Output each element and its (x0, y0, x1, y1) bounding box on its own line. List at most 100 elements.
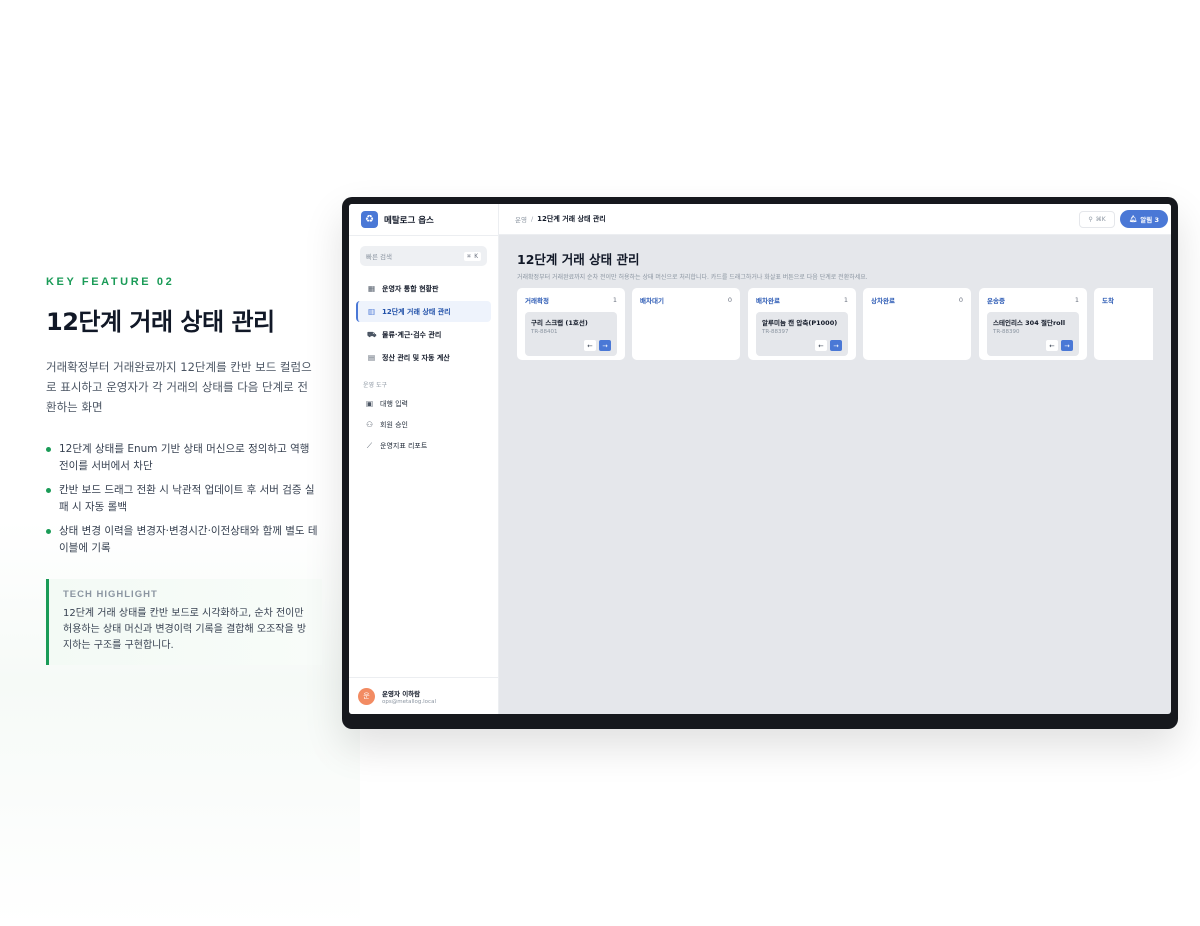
tech-highlight-label: TECH HIGHLIGHT (63, 589, 158, 600)
main-content: 운영 / 12단계 거래 상태 관리 ⚲ ⌘K 🔔︎ 알림 3 12단계 거래 … (499, 204, 1171, 714)
column-header: 거래확정 1 (525, 295, 617, 305)
device-frame: ♻ 메탈로그 옵스 빠른 검색 ⌘ K ▦ 운영자 통합 현황판 ▥ 12단계 … (342, 197, 1178, 729)
notification-button[interactable]: 🔔︎ 알림 3 (1120, 210, 1168, 228)
search-button[interactable]: ⚲ ⌘K (1079, 211, 1115, 228)
column-header: 배차대기 0 (640, 295, 732, 305)
search-icon: ⚲ (1088, 216, 1093, 223)
column-name: 배차완료 (756, 297, 780, 305)
calculator-icon: ▤ (367, 353, 376, 362)
quick-search-label: 빠른 검색 (366, 253, 392, 261)
feature-bullet: 상태 변경 이력을 변경자·변경시간·이전상태와 함께 별도 테이블에 기록 (46, 523, 321, 557)
deal-card[interactable]: 구리 스크랩 (1호선) TR-88401 ← → (525, 312, 617, 356)
arrow-right-icon[interactable]: → (830, 340, 842, 351)
column-header: 상차완료 0 (871, 295, 963, 305)
kanban-column: 도착 (1094, 288, 1153, 360)
deal-card-title: 스테인리스 304 절단roll (993, 319, 1066, 327)
clipboard-icon: ▣ (365, 399, 374, 408)
app-screen: ♻ 메탈로그 옵스 빠른 검색 ⌘ K ▦ 운영자 통합 현황판 ▥ 12단계 … (349, 204, 1171, 714)
feature-bullets: 12단계 상태를 Enum 기반 상태 머신으로 정의하고 역행 전이를 서버에… (46, 441, 336, 557)
page-header: 12단계 거래 상태 관리 거래확정부터 거래완료까지 순차 전이만 허용하는 … (499, 235, 1171, 281)
breadcrumb-current: 12단계 거래 상태 관리 (537, 215, 606, 223)
bullet-dot-icon (46, 447, 51, 452)
sidebar-nav: ▦ 운영자 통합 현황판 ▥ 12단계 거래 상태 관리 ⛟ 물류·계근·검수 … (349, 278, 498, 368)
feature-title: 12단계 거래 상태 관리 (46, 308, 275, 336)
user-name: 운영자 이하람 (382, 689, 421, 698)
sidebar-item-label: 대행 입력 (380, 399, 408, 408)
bullet-dot-icon (46, 529, 51, 534)
sidebar-item-metrics-report[interactable]: ⟋ 운영지표 리포트 (356, 435, 491, 456)
sidebar-item-label: 정산 관리 및 자동 계산 (382, 353, 450, 362)
notification-label: 알림 3 (1140, 216, 1159, 224)
sidebar-item-label: 운영자 통합 현황판 (382, 284, 439, 293)
user-info: 운영자 이하람 ops@metallog.local (382, 688, 436, 705)
breadcrumb-separator: / (530, 215, 534, 223)
column-count: 0 (958, 296, 963, 304)
sidebar-item-label: 운영지표 리포트 (380, 441, 428, 450)
brand[interactable]: ♻ 메탈로그 옵스 (349, 204, 498, 235)
feature-eyebrow: KEY FEATURE 02 (46, 276, 175, 288)
page-title: 12단계 거래 상태 관리 (517, 252, 640, 267)
user-check-icon: ⚇ (366, 420, 373, 429)
feature-description: 거래확정부터 거래완료까지 12단계를 칸반 보드 컬럼으로 표시하고 운영자가… (46, 360, 312, 414)
card-actions: ← → (584, 340, 611, 351)
tools-section-label: 운영 도구 (363, 382, 387, 389)
arrow-right-icon[interactable]: → (1061, 340, 1073, 351)
kanban-icon: ▥ (367, 307, 376, 316)
sidebar-item-deal-status[interactable]: ▥ 12단계 거래 상태 관리 (356, 301, 491, 322)
bell-icon: 🔔︎ (1128, 215, 1138, 223)
tech-highlight: TECH HIGHLIGHT 12단계 거래 상태를 칸반 보드로 시각화하고,… (46, 579, 322, 665)
avatar: 운 (358, 687, 375, 705)
page-subtitle: 거래확정부터 거래완료까지 순차 전이만 허용하는 상태 머신으로 처리합니다.… (517, 274, 868, 281)
user-profile[interactable]: 운 운영자 이하람 ops@metallog.local (349, 677, 499, 714)
brand-name: 메탈로그 옵스 (384, 215, 434, 226)
kanban-column: 거래확정 1 구리 스크랩 (1호선) TR-88401 ← → (517, 288, 625, 360)
sidebar-item-dashboard[interactable]: ▦ 운영자 통합 현황판 (356, 278, 491, 299)
kanban-column: 상차완료 0 (863, 288, 971, 360)
arrow-left-icon[interactable]: ← (584, 340, 596, 351)
deal-card-id: TR-88397 (762, 329, 789, 335)
column-name: 거래확정 (525, 297, 549, 305)
column-header: 운송중 1 (987, 295, 1079, 305)
arrow-left-icon[interactable]: ← (815, 340, 827, 351)
deal-card[interactable]: 알루미늄 캔 압축(P1000) TR-88397 ← → (756, 312, 848, 356)
sidebar-item-proxy-input[interactable]: ▣ 대행 입력 (356, 393, 491, 414)
search-shortcut: ⌘K (1095, 216, 1106, 223)
grid-icon: ▦ (367, 284, 376, 293)
deal-card-id: TR-88390 (993, 329, 1020, 335)
sidebar-item-settlement[interactable]: ▤ 정산 관리 및 자동 계산 (356, 347, 491, 368)
arrow-left-icon[interactable]: ← (1046, 340, 1058, 351)
column-count: 0 (727, 296, 732, 304)
kanban-board: 거래확정 1 구리 스크랩 (1호선) TR-88401 ← → 배차대기 0 … (517, 288, 1153, 360)
sidebar-item-member-approval[interactable]: ⚇ 회원 승인 (356, 414, 491, 435)
tech-highlight-text: 12단계 거래 상태를 칸반 보드로 시각화하고, 순차 전이만 허용하는 상태… (63, 608, 307, 651)
column-name: 도착 (1102, 297, 1114, 305)
feature-panel: KEY FEATURE 02 12단계 거래 상태 관리 거래확정부터 거래완료… (46, 276, 336, 665)
column-header: 배차완료 1 (756, 295, 848, 305)
feature-bullet: 칸반 보드 드래그 전환 시 낙관적 업데이트 후 서버 검증 실패 시 자동 … (46, 482, 321, 516)
bullet-dot-icon (46, 488, 51, 493)
chart-line-icon: ⟋ (366, 440, 373, 450)
quick-search[interactable]: 빠른 검색 ⌘ K (360, 246, 487, 266)
column-count: 1 (843, 296, 848, 304)
kanban-column: 운송중 1 스테인리스 304 절단roll TR-88390 ← → (979, 288, 1087, 360)
column-count: 1 (1074, 296, 1079, 304)
topbar: 운영 / 12단계 거래 상태 관리 ⚲ ⌘K 🔔︎ 알림 3 (499, 204, 1171, 235)
deal-card-title: 알루미늄 캔 압축(P1000) (762, 319, 838, 327)
sidebar-item-logistics[interactable]: ⛟ 물류·계근·검수 관리 (356, 324, 491, 345)
column-name: 배차대기 (640, 297, 664, 305)
column-header: 도착 (1102, 295, 1153, 305)
column-name: 운송중 (987, 297, 1005, 305)
card-actions: ← → (1046, 340, 1073, 351)
user-email: ops@metallog.local (382, 698, 436, 705)
kanban-column: 배차완료 1 알루미늄 캔 압축(P1000) TR-88397 ← → (748, 288, 856, 360)
column-count: 1 (612, 296, 617, 304)
deal-card[interactable]: 스테인리스 304 절단roll TR-88390 ← → (987, 312, 1079, 356)
arrow-right-icon[interactable]: → (599, 340, 611, 351)
sidebar-item-label: 물류·계근·검수 관리 (382, 330, 442, 339)
sidebar-item-label: 회원 승인 (380, 420, 408, 429)
feature-bullet: 12단계 상태를 Enum 기반 상태 머신으로 정의하고 역행 전이를 서버에… (46, 441, 321, 475)
divider (349, 235, 498, 236)
deal-card-title: 구리 스크랩 (1호선) (531, 319, 588, 327)
breadcrumb-root[interactable]: 운영 (515, 214, 527, 224)
kanban-column: 배차대기 0 (632, 288, 740, 360)
